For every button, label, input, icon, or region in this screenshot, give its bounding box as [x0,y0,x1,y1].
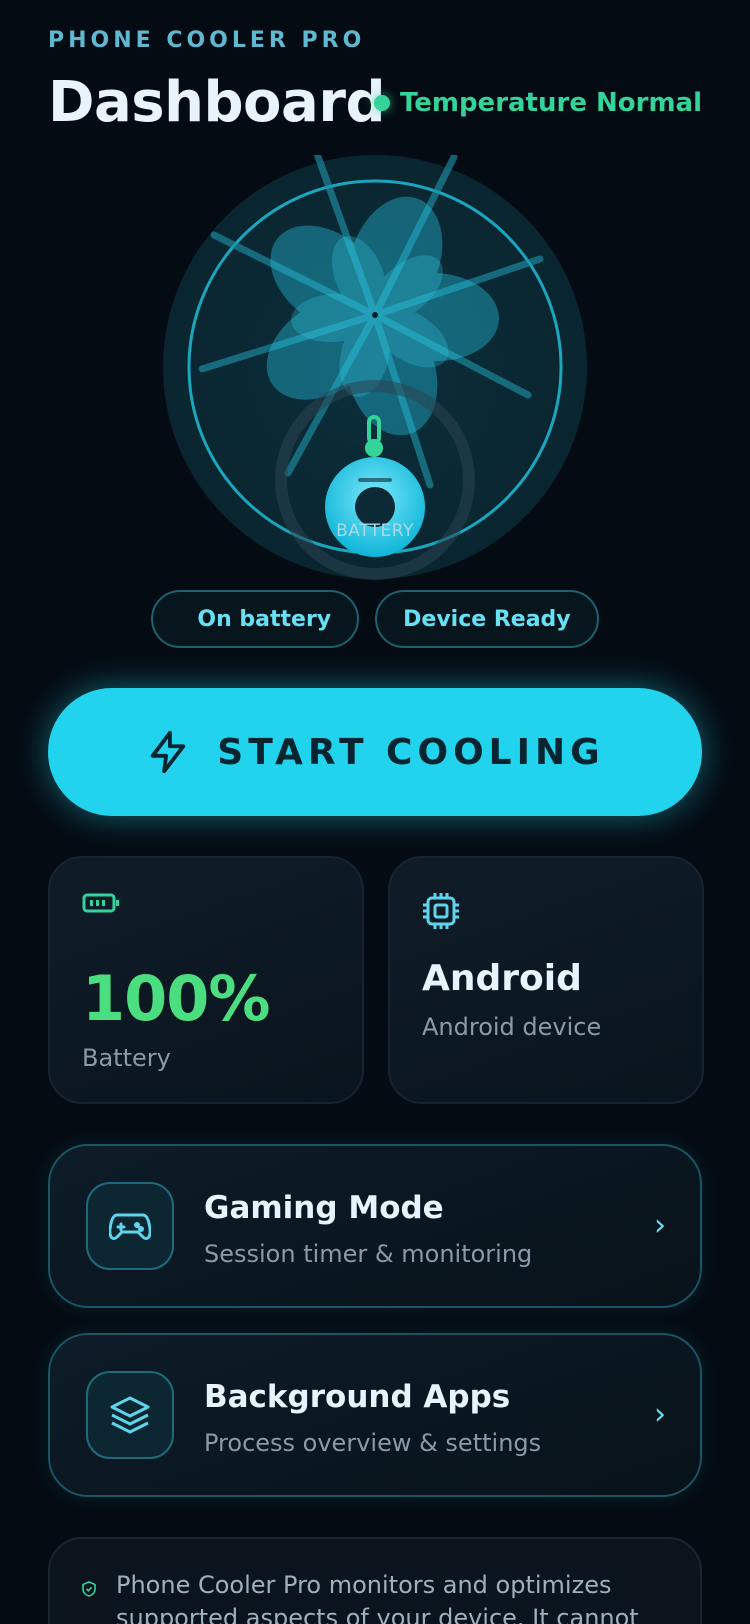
on-battery-pill: On battery [151,590,360,648]
gaming-mode-subtitle: Session timer & monitoring [204,1240,533,1268]
layers-icon-box [86,1371,174,1459]
chevron-right-icon: › [654,1397,666,1432]
layers-icon [110,1396,150,1434]
device-name: Android [422,958,582,999]
background-apps-card[interactable]: Background Apps Process overview & setti… [48,1333,702,1497]
chevron-right-icon: › [654,1208,666,1243]
battery-icon [82,893,119,913]
gaming-mode-card[interactable]: Gaming Mode Session timer & monitoring › [48,1144,702,1308]
page-title: Dashboard [48,70,386,135]
battery-percentage: 100% [82,962,271,1035]
lightning-icon [151,730,186,774]
battery-caption: Battery [82,1044,171,1072]
device-subtitle: Android device [422,1013,602,1041]
background-apps-title: Background Apps [204,1379,511,1415]
gaming-mode-title: Gaming Mode [204,1190,444,1226]
info-notice: Phone Cooler Pro monitors and optimizes … [48,1537,702,1624]
battery-hub-label: BATTERY [336,521,414,541]
gamepad-icon-box [86,1182,174,1270]
battery-card: 100% Battery [48,856,364,1104]
status-pills: On battery Device Ready [0,590,750,648]
cpu-icon [423,893,459,929]
gamepad-icon [109,1213,151,1241]
device-card: Android Android device [388,856,704,1104]
status-dot-icon [373,95,390,111]
temperature-status: Temperature Normal [373,88,702,118]
notice-text: Phone Cooler Pro monitors and optimizes … [116,1571,639,1624]
device-ready-pill: Device Ready [375,590,599,648]
status-text: Temperature Normal [399,88,702,118]
app-name-label: PHONE COOLER PRO [48,28,366,53]
start-cooling-button[interactable]: START COOLING [48,688,702,816]
background-apps-subtitle: Process overview & settings [204,1429,542,1457]
shield-icon [82,1581,96,1597]
start-cooling-label: START COOLING [217,731,605,773]
